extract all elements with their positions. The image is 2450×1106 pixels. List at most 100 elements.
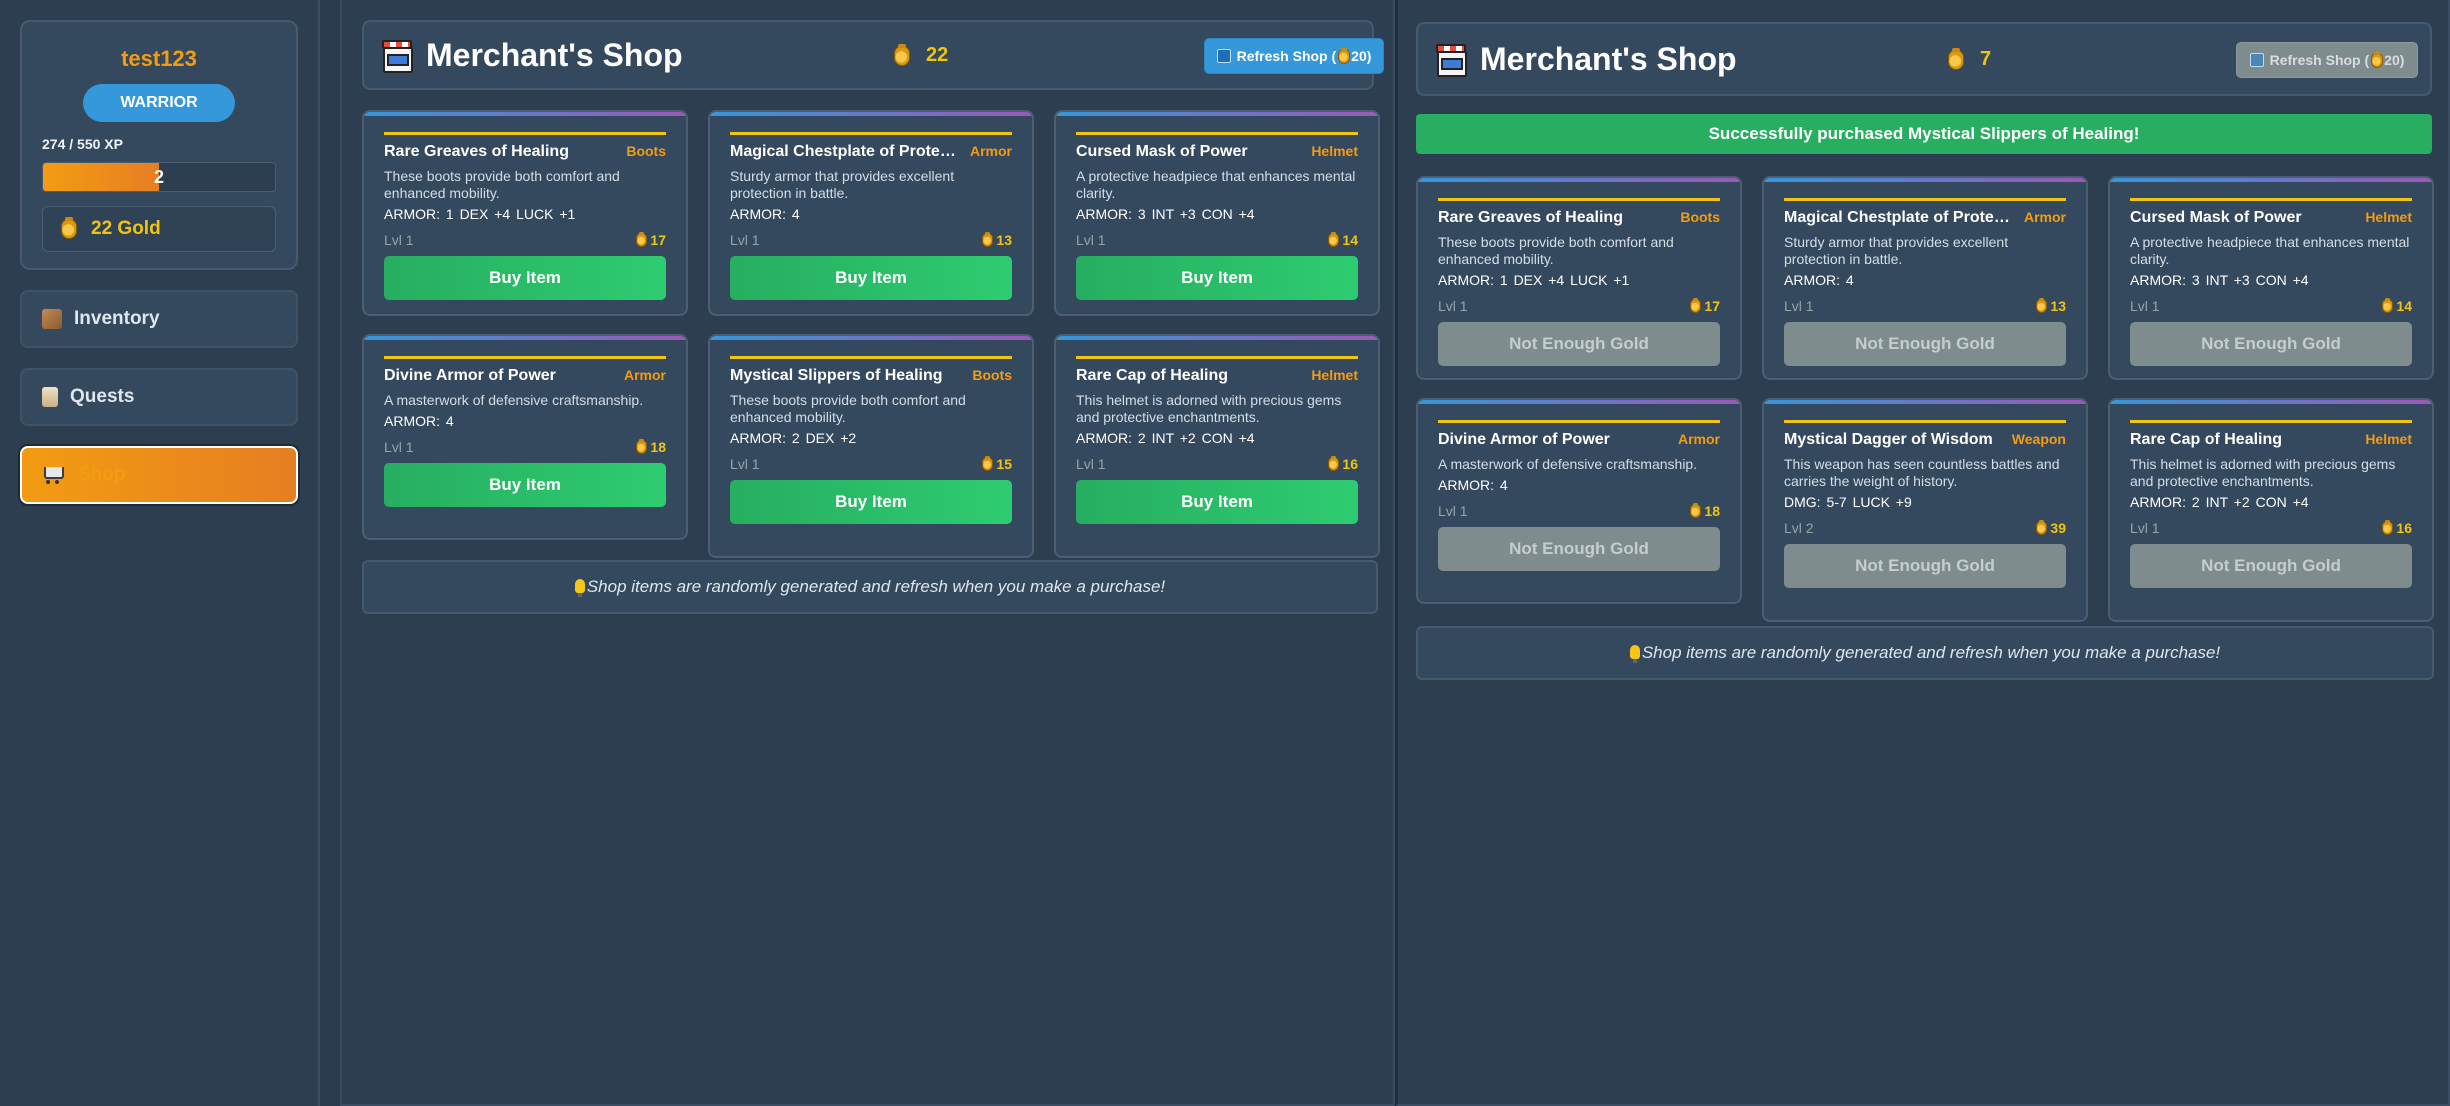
item-level: Lvl 2: [1784, 520, 1814, 536]
item-type: Boots: [1680, 209, 1720, 225]
item-price: 14: [1328, 232, 1358, 248]
refresh-label: Refresh Shop (: [2269, 52, 2370, 68]
shop-header: Merchant's Shop 7 Refresh Shop ( 20): [1416, 22, 2432, 96]
item-price-value: 18: [650, 439, 666, 455]
shop-info-bar: Shop items are randomly generated and re…: [362, 560, 1378, 614]
item-price: 13: [2036, 298, 2066, 314]
shop-gold-amount: 22: [926, 44, 949, 66]
shop-info-bar: Shop items are randomly generated and re…: [1416, 626, 2434, 680]
item-level: Lvl 1: [2130, 298, 2160, 314]
shop-item-card: Cursed Mask of Power Helmet A protective h…: [2108, 176, 2434, 380]
item-level: Lvl 1: [1076, 456, 1106, 472]
item-price: 15: [982, 456, 1012, 472]
item-price-value: 16: [1342, 456, 1358, 472]
item-stats: ARMOR: 4: [730, 206, 800, 222]
refresh-icon: [1216, 49, 1231, 63]
item-stats: ARMOR: 4: [1784, 272, 1854, 288]
shop-info-text: Shop items are randomly generated and re…: [1641, 643, 2221, 662]
rarity-line: [1076, 356, 1358, 359]
item-level: Lvl 1: [1076, 232, 1106, 248]
item-name: Mystical Dagger of Wisdom: [1784, 431, 1993, 448]
item-price-value: 18: [1704, 503, 1720, 519]
not-enough-gold-button[interactable]: Not Enough Gold: [1438, 527, 1720, 571]
shop-item-card: Magical Chestplate of Protecti... Armor St…: [1762, 176, 2088, 380]
shop-title: Merchant's Shop: [1480, 40, 1737, 77]
gold-bag-icon: [982, 456, 994, 471]
player-name: test123: [121, 46, 197, 71]
item-stats: ARMOR: 1 DEX +4 LUCK +1: [384, 206, 576, 222]
rarity-line: [1784, 420, 2066, 423]
item-type: Helmet: [2365, 431, 2412, 447]
shop-item-card: Rare Greaves of Healing Boots These boots …: [362, 110, 688, 316]
item-stats: ARMOR: 2 INT +2 CON +4: [1076, 430, 1255, 446]
item-name: Magical Chestplate of Protecti...: [730, 143, 964, 160]
item-description: A protective headpiece that enhances men…: [2130, 234, 2410, 267]
nav-item-label: Inventory: [74, 308, 160, 329]
not-enough-gold-button[interactable]: Not Enough Gold: [1784, 544, 2066, 588]
item-price-value: 16: [2396, 520, 2412, 536]
not-enough-gold-button[interactable]: Not Enough Gold: [1784, 322, 2066, 366]
rarity-line: [730, 132, 1012, 135]
item-description: A masterwork of defensive craftsmanship.: [384, 392, 644, 408]
item-price-value: 14: [1342, 232, 1358, 248]
item-type: Helmet: [1311, 143, 1358, 159]
item-name: Rare Greaves of Healing: [1438, 209, 1623, 226]
not-enough-gold-button[interactable]: Not Enough Gold: [1438, 322, 1720, 366]
level-indicator: 2: [153, 167, 164, 187]
item-price-value: 39: [2050, 520, 2066, 536]
shop-item-card: Cursed Mask of Power Helmet A protective h…: [1054, 110, 1380, 316]
item-level: Lvl 1: [1438, 503, 1468, 519]
item-name: Divine Armor of Power: [1438, 431, 1610, 448]
item-level: Lvl 1: [2130, 520, 2160, 536]
buy-item-button[interactable]: Buy Item: [384, 256, 666, 300]
nav-item-quests[interactable]: Quests: [20, 368, 298, 426]
shop-panel-before: Merchant's Shop 22 Refresh Shop ( 20) Ra…: [340, 0, 1395, 1106]
item-description: Sturdy armor that provides excellent pro…: [1784, 234, 2009, 267]
gold-bag-icon: [982, 232, 994, 247]
item-price: 17: [636, 232, 666, 248]
shop-gold-amount: 7: [1980, 48, 1992, 70]
item-type: Helmet: [2365, 209, 2412, 225]
gold-bag-icon: [2036, 298, 2048, 313]
item-level: Lvl 1: [730, 456, 760, 472]
buy-item-button[interactable]: Buy Item: [1076, 480, 1358, 524]
item-price: 14: [2382, 298, 2412, 314]
lightbulb-icon: [574, 579, 585, 597]
buy-item-button[interactable]: Buy Item: [384, 463, 666, 507]
item-price-value: 17: [1704, 298, 1720, 314]
nav-item-shop[interactable]: Shop: [20, 446, 298, 504]
nav-item-inventory[interactable]: Inventory: [20, 290, 298, 348]
item-price-value: 15: [996, 456, 1012, 472]
not-enough-gold-button[interactable]: Not Enough Gold: [2130, 544, 2412, 588]
shop-header: Merchant's Shop 22 Refresh Shop ( 20): [362, 20, 1384, 90]
item-stats: ARMOR: 3 INT +3 CON +4: [1076, 206, 1255, 222]
shop-gold-display: 7: [1948, 47, 1992, 71]
item-type: Helmet: [1311, 367, 1358, 383]
item-price: 16: [2382, 520, 2412, 536]
item-price: 16: [1328, 456, 1358, 472]
item-price: 18: [1690, 503, 1720, 519]
buy-item-button[interactable]: Buy Item: [730, 256, 1012, 300]
rarity-line: [1438, 198, 1720, 201]
player-card: test123 WARRIOR 274 / 550 XP 2 22 Gold: [20, 20, 298, 270]
buy-item-button[interactable]: Buy Item: [730, 480, 1012, 524]
item-stats: ARMOR: 2 INT +2 CON +4: [2130, 494, 2309, 510]
item-type: Armor: [1677, 431, 1720, 447]
refresh-shop-button[interactable]: Refresh Shop ( 20): [2236, 42, 2418, 78]
gold-bag-icon: [1328, 232, 1340, 247]
shop-item-card: Mystical Slippers of Healing Boots These b…: [708, 334, 1034, 558]
nav-item-label: Quests: [70, 386, 135, 407]
xp-bar: 2: [42, 162, 276, 192]
gold-bag-icon: [1690, 503, 1702, 518]
shop-item-card: Rare Cap of Healing Helmet This helmet is …: [1054, 334, 1380, 558]
item-name: Rare Greaves of Healing: [384, 143, 569, 160]
item-description: These boots provide both comfort and enh…: [730, 392, 966, 425]
gold-bag-icon: [2382, 298, 2394, 313]
rarity-line: [1784, 198, 2066, 201]
buy-item-button[interactable]: Buy Item: [1076, 256, 1358, 300]
sidebar: test123 WARRIOR 274 / 550 XP 2 22 Gold I…: [0, 0, 320, 1106]
item-name: Divine Armor of Power: [384, 367, 556, 384]
refresh-shop-button[interactable]: Refresh Shop ( 20): [1204, 38, 1384, 74]
not-enough-gold-button[interactable]: Not Enough Gold: [2130, 322, 2412, 366]
gold-bag-icon: [2382, 520, 2394, 535]
